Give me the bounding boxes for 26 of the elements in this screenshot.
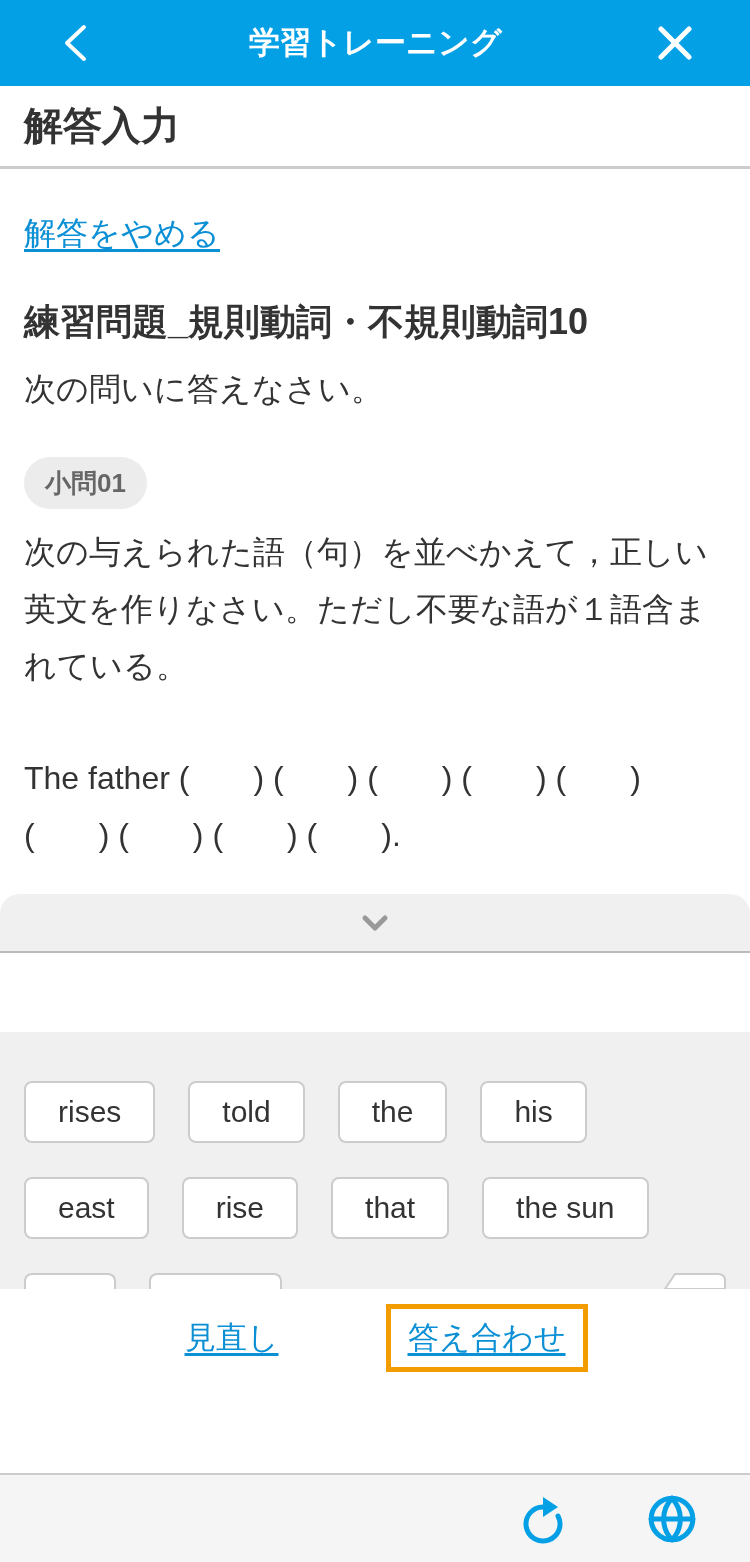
word-chip[interactable]: his bbox=[480, 1081, 587, 1143]
word-chip[interactable]: east bbox=[24, 1177, 149, 1239]
word-chip[interactable] bbox=[24, 1273, 116, 1289]
page-title: 解答入力 bbox=[24, 103, 180, 149]
sentence-with-blanks: The father ( ) ( ) ( ) ( ) ( ) ( ) ( ) ( ) ( ). bbox=[24, 759, 642, 855]
globe-icon[interactable] bbox=[647, 1493, 697, 1544]
footer-link-button[interactable]: 答え合わせ bbox=[385, 1304, 588, 1372]
question-number-tag: 小問01 bbox=[24, 457, 147, 509]
quit-answer-link[interactable]: 解答をやめる bbox=[24, 211, 220, 256]
drawer-handle-bar[interactable] bbox=[0, 894, 750, 953]
question-text: 次の与えられた語（句）を並べかえて，正しい英文を作りなさい。ただし不要な語が１語含まれている。 bbox=[24, 533, 709, 686]
close-button[interactable] bbox=[657, 23, 693, 63]
word-chip[interactable]: the sun bbox=[482, 1177, 649, 1239]
close-icon bbox=[658, 26, 692, 60]
word-chip[interactable]: that bbox=[331, 1177, 450, 1239]
chevron-left-icon bbox=[62, 24, 88, 62]
word-chip[interactable]: rises bbox=[24, 1081, 156, 1143]
word-chip[interactable]: the bbox=[337, 1081, 448, 1143]
footer-link-button[interactable]: 見直し bbox=[162, 1304, 301, 1372]
header-title: 学習トレーニング bbox=[248, 24, 502, 62]
word-chip[interactable]: told bbox=[188, 1081, 305, 1143]
backspace-key[interactable] bbox=[664, 1273, 726, 1289]
instruction-text: 次の問いに答えなさい。 bbox=[24, 370, 383, 409]
exercise-title: 練習問題_規則動詞・不規則動詞10 bbox=[24, 300, 589, 344]
word-chip[interactable]: rise bbox=[181, 1177, 299, 1239]
word-chip[interactable] bbox=[149, 1273, 282, 1289]
